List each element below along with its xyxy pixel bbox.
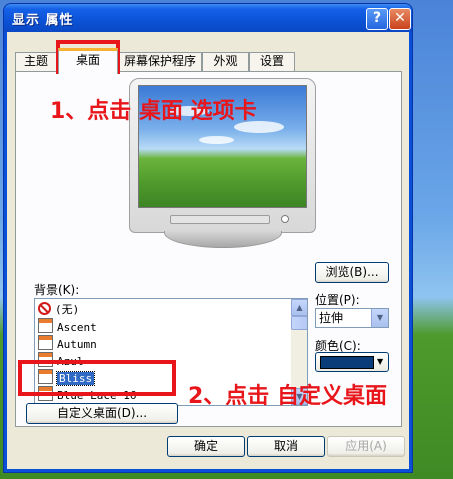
- none-icon: [38, 302, 51, 315]
- tab-settings[interactable]: 设置: [249, 52, 295, 71]
- chevron-down-icon: ▼: [377, 357, 384, 366]
- tab-appearance[interactable]: 外观: [202, 52, 249, 71]
- title-bar[interactable]: 显示 属性 ? ✕: [4, 4, 412, 32]
- help-button[interactable]: ?: [366, 8, 388, 30]
- annotation-step1: 1、点击 桌面 选项卡: [50, 99, 257, 124]
- customize-desktop-button[interactable]: 自定义桌面(D)...: [26, 403, 178, 424]
- annotation-step2: 2、点击 自定义桌面: [188, 384, 387, 409]
- window-title: 显示 属性: [12, 13, 74, 28]
- annotation-box-customize: [18, 360, 176, 396]
- list-item[interactable]: Autumn: [38, 335, 97, 352]
- position-select[interactable]: 拉伸 ▼: [315, 308, 389, 328]
- ok-button[interactable]: 确定: [167, 436, 245, 457]
- list-item[interactable]: Ascent: [38, 318, 97, 335]
- close-button[interactable]: ✕: [389, 8, 411, 30]
- tab-themes[interactable]: 主题: [15, 52, 57, 71]
- image-file-icon: [38, 335, 53, 350]
- monitor-power-led: [281, 215, 289, 223]
- image-file-icon: [38, 318, 53, 333]
- tab-screensaver[interactable]: 屏幕保护程序: [118, 52, 202, 71]
- monitor-stand: [164, 231, 282, 248]
- monitor-slot: [170, 215, 270, 224]
- background-label: 背景(K):: [34, 283, 80, 297]
- apply-button[interactable]: 应用(A): [327, 436, 405, 457]
- scroll-up-icon[interactable]: ▲: [291, 299, 307, 316]
- color-swatch: [320, 356, 374, 369]
- position-label: 位置(P):: [315, 293, 360, 307]
- position-value: 拉伸: [319, 311, 344, 325]
- chevron-down-icon: ▼: [371, 309, 388, 327]
- list-item[interactable]: (无): [38, 301, 79, 318]
- scroll-thumb[interactable]: [291, 316, 307, 330]
- browse-button[interactable]: 浏览(B)...: [315, 262, 389, 283]
- tab-desktop[interactable]: 桌面: [58, 48, 118, 74]
- cancel-button[interactable]: 取消: [247, 436, 325, 457]
- color-picker-button[interactable]: ▼: [315, 352, 389, 372]
